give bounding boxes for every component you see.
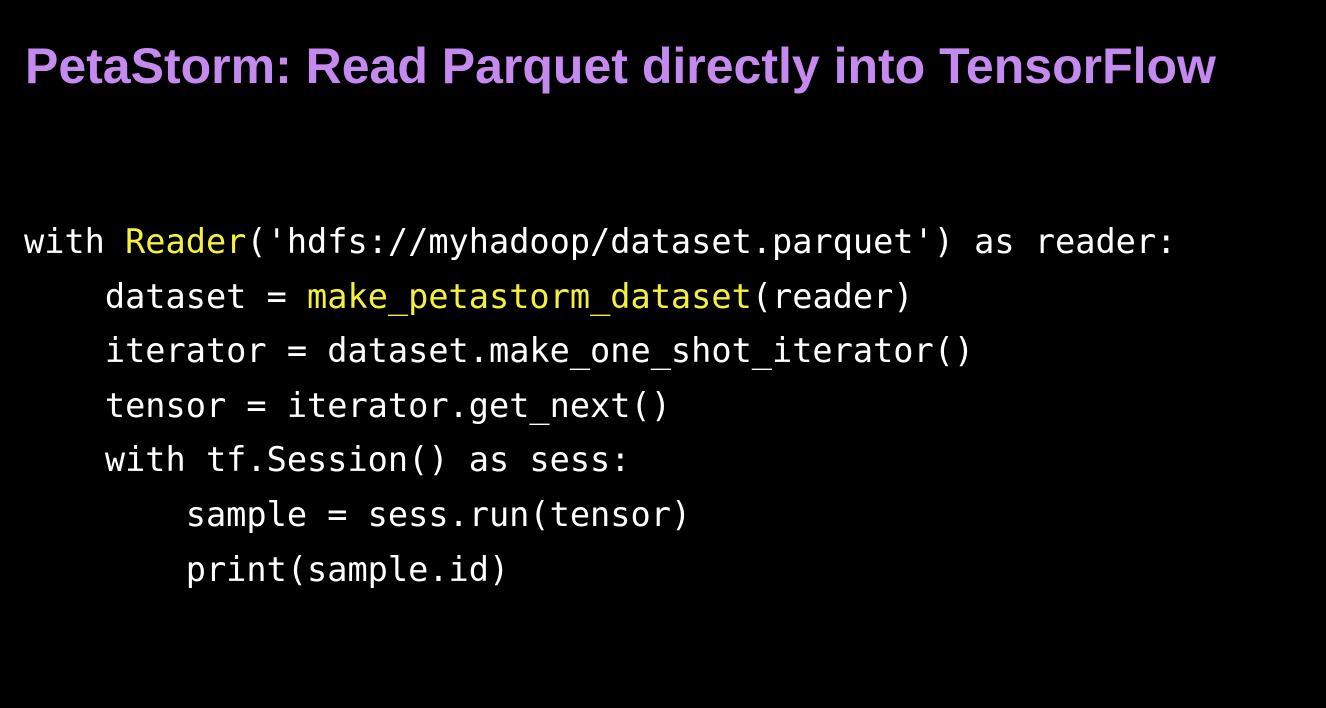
code-text: tensor = iterator.get_next() [104, 385, 671, 425]
code-text: with tf.Session() as sess: [104, 440, 631, 480]
code-text: print(sample.id) [185, 549, 510, 589]
code-line: print(sample.id) [24, 543, 1176, 598]
slide: PetaStorm: Read Parquet directly into Te… [0, 0, 1326, 708]
code-highlight: Reader [125, 222, 247, 261]
code-text: with [24, 222, 126, 261]
code-text: dataset = [104, 276, 308, 316]
code-line: dataset = make_petastorm_dataset(reader) [24, 270, 1176, 325]
code-line: iterator = dataset.make_one_shot_iterato… [24, 324, 1176, 379]
code-highlight: make_petastorm_dataset [307, 276, 752, 316]
code-block: with Reader('hdfs://myhadoop/dataset.par… [24, 215, 1176, 597]
code-line: with tf.Session() as sess: [24, 433, 1176, 488]
code-text: (reader) [751, 276, 914, 316]
code-line: sample = sess.run(tensor) [24, 488, 1176, 543]
code-line: tensor = iterator.get_next() [24, 379, 1176, 434]
code-text: iterator = dataset.make_one_shot_iterato… [104, 331, 975, 371]
code-text: sample = sess.run(tensor) [185, 494, 692, 534]
code-text: ('hdfs://myhadoop/dataset.parquet') as r… [246, 222, 1177, 261]
code-line: with Reader('hdfs://myhadoop/dataset.par… [24, 215, 1176, 270]
slide-title: PetaStorm: Read Parquet directly into Te… [25, 38, 1216, 94]
